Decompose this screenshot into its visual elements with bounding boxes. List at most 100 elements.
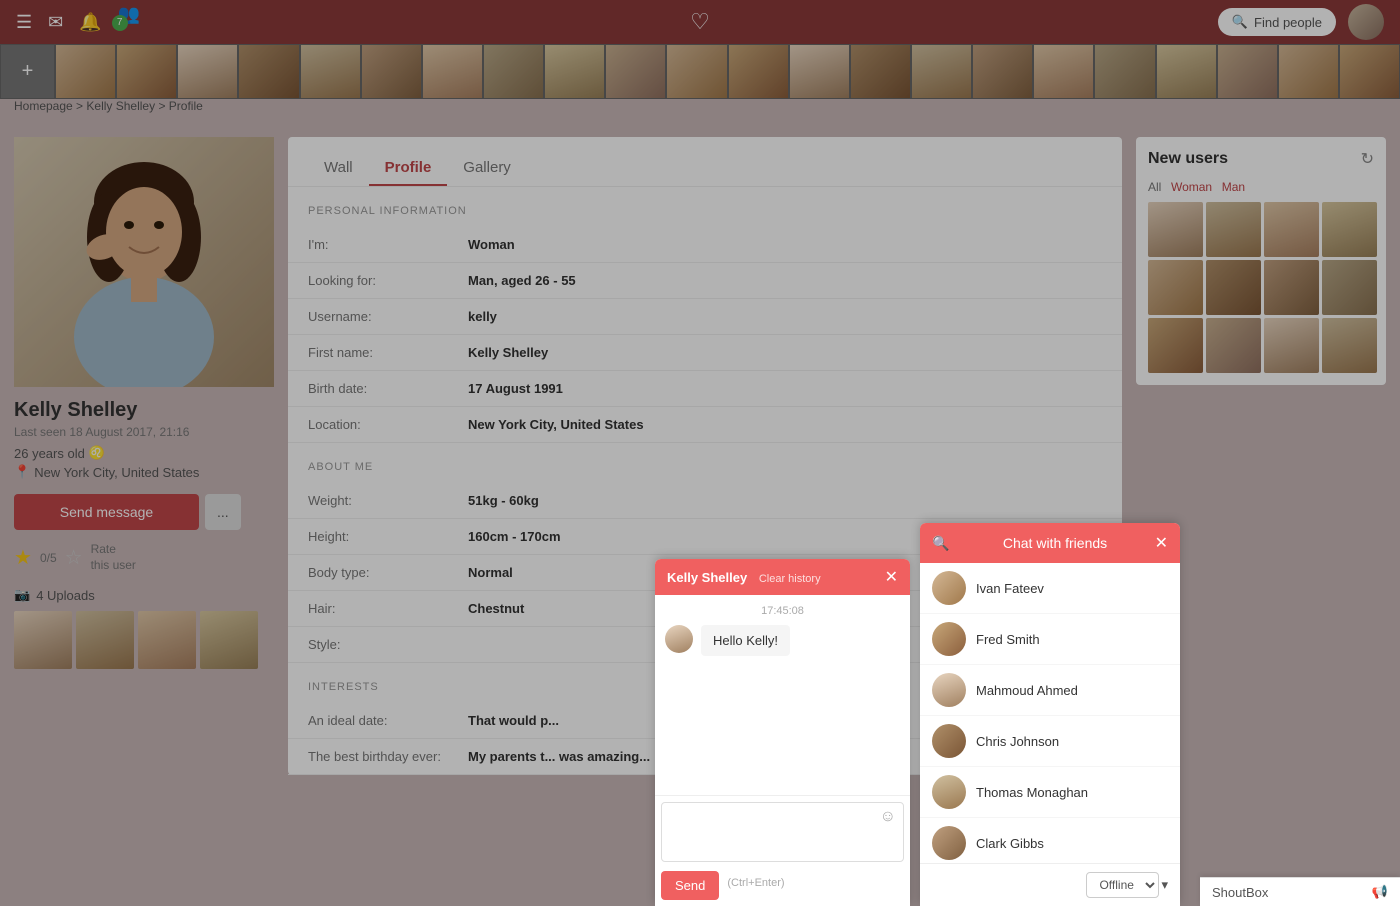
thumb-item[interactable]: [911, 44, 972, 99]
thumb-item[interactable]: [728, 44, 789, 99]
user-thumb[interactable]: [1264, 260, 1319, 315]
personal-info-title: PERSONAL INFORMATION: [308, 205, 1102, 217]
header-right: 🔍 Find people: [1218, 4, 1384, 40]
chat-friend-item[interactable]: Chris Johnson: [920, 716, 1180, 767]
chat-friend-item[interactable]: Ivan Fateev: [920, 563, 1180, 614]
upload-thumb[interactable]: [138, 611, 196, 669]
user-thumb[interactable]: [1148, 318, 1203, 373]
chat-bubble-row: Hello Kelly!: [665, 625, 900, 656]
thumb-item[interactable]: [789, 44, 850, 99]
thumb-item[interactable]: [972, 44, 1033, 99]
user-thumb[interactable]: [1264, 202, 1319, 257]
info-firstname: First name: Kelly Shelley: [288, 335, 1122, 371]
breadcrumb-homepage[interactable]: Homepage: [14, 99, 73, 113]
thumb-item[interactable]: [177, 44, 238, 99]
send-message-button[interactable]: Send message: [14, 494, 199, 530]
bestbirthday-value: My parents t... was amazing...: [468, 749, 650, 764]
weight-label: Weight:: [308, 493, 468, 508]
about-me-title: ABOUT ME: [308, 461, 1102, 473]
bell-icon[interactable]: 🔔: [79, 12, 101, 33]
add-photo-btn[interactable]: +: [0, 44, 55, 99]
thumb-item[interactable]: [1339, 44, 1400, 99]
rate-icon[interactable]: ☆: [65, 545, 83, 570]
thumb-item[interactable]: [116, 44, 177, 99]
firstname-value: Kelly Shelley: [468, 345, 548, 360]
user-avatar[interactable]: [1348, 4, 1384, 40]
kelly-chat-close-button[interactable]: ✕: [885, 567, 898, 587]
chat-friend-avatar: [932, 826, 966, 860]
user-thumb[interactable]: [1322, 202, 1377, 257]
breadcrumb-kelly[interactable]: Kelly Shelley: [86, 99, 155, 113]
send-message-button[interactable]: Send: [661, 871, 719, 900]
profile-photo-svg: [14, 137, 274, 387]
mail-icon[interactable]: ✉: [48, 12, 63, 33]
breadcrumb-profile: Profile: [169, 99, 203, 113]
thumb-item[interactable]: [483, 44, 544, 99]
new-users-header: New users ↻: [1148, 149, 1374, 169]
thumb-item[interactable]: [1217, 44, 1278, 99]
thumb-item[interactable]: [850, 44, 911, 99]
user-thumb[interactable]: [1322, 318, 1377, 373]
user-thumb[interactable]: [1264, 318, 1319, 373]
uploads-grid: [14, 611, 274, 669]
chat-friend-item[interactable]: Clark Gibbs: [920, 818, 1180, 863]
chat-message-input[interactable]: [661, 802, 904, 862]
upload-thumb[interactable]: [200, 611, 258, 669]
thumb-item[interactable]: [422, 44, 483, 99]
heart-logo: ♡: [690, 9, 710, 34]
bodytype-value: Normal: [468, 565, 513, 580]
info-im: I'm: Woman: [288, 227, 1122, 263]
location-label: Location:: [308, 417, 468, 432]
chat-friend-avatar: [932, 571, 966, 605]
refresh-icon[interactable]: ↻: [1361, 149, 1374, 169]
thumb-item[interactable]: [544, 44, 605, 99]
user-thumb[interactable]: [1148, 260, 1203, 315]
thumb-item[interactable]: [1033, 44, 1094, 99]
tab-gallery[interactable]: Gallery: [447, 151, 527, 186]
tab-profile[interactable]: Profile: [369, 151, 448, 186]
more-options-button[interactable]: ...: [205, 494, 241, 530]
tab-wall[interactable]: Wall: [308, 151, 369, 186]
info-looking-for: Looking for: Man, aged 26 - 55: [288, 263, 1122, 299]
upload-thumb[interactable]: [14, 611, 72, 669]
emoji-button[interactable]: ☺: [880, 808, 896, 826]
filter-man[interactable]: Man: [1222, 180, 1245, 194]
chat-friends-close-button[interactable]: ✕: [1155, 533, 1168, 553]
chat-friend-item[interactable]: Fred Smith: [920, 614, 1180, 665]
chat-friends-panel: 🔍 Chat with friends ✕ Ivan FateevFred Sm…: [920, 523, 1180, 906]
thumb-item[interactable]: [1156, 44, 1217, 99]
user-thumb[interactable]: [1206, 260, 1261, 315]
thumb-item[interactable]: [361, 44, 422, 99]
user-thumb[interactable]: [1322, 260, 1377, 315]
chat-friend-avatar: [932, 622, 966, 656]
clear-history-btn[interactable]: Clear history: [759, 573, 821, 585]
shoutbox-icon[interactable]: 📢: [1372, 884, 1388, 900]
chat-friend-name: Fred Smith: [976, 632, 1040, 647]
filter-woman[interactable]: Woman: [1171, 180, 1212, 194]
thumb-item[interactable]: [300, 44, 361, 99]
upload-thumb[interactable]: [76, 611, 134, 669]
user-thumb[interactable]: [1206, 318, 1261, 373]
thumb-item[interactable]: [1278, 44, 1339, 99]
status-select[interactable]: Offline Online Away: [1086, 872, 1159, 898]
rating-row: ★ 0/5 ☆ Ratethis user: [14, 542, 274, 573]
find-people-button[interactable]: 🔍 Find people: [1218, 8, 1336, 36]
location-value: New York City, United States: [468, 417, 644, 432]
thumb-item[interactable]: [1094, 44, 1155, 99]
user-thumb[interactable]: [1148, 202, 1203, 257]
thumb-item[interactable]: [605, 44, 666, 99]
thumb-item[interactable]: [666, 44, 727, 99]
user-thumb[interactable]: [1206, 202, 1261, 257]
thumb-item[interactable]: [55, 44, 116, 99]
menu-icon[interactable]: ☰: [16, 12, 32, 33]
chat-friend-avatar: [932, 775, 966, 809]
shoutbox-label: ShoutBox: [1212, 885, 1268, 900]
style-label: Style:: [308, 637, 468, 652]
looking-for-value: Man, aged 26 - 55: [468, 273, 576, 288]
hair-value: Chestnut: [468, 601, 524, 616]
firstname-label: First name:: [308, 345, 468, 360]
thumb-item[interactable]: [238, 44, 299, 99]
filter-all[interactable]: All: [1148, 180, 1161, 194]
chat-friend-item[interactable]: Mahmoud Ahmed: [920, 665, 1180, 716]
chat-friend-item[interactable]: Thomas Monaghan: [920, 767, 1180, 818]
